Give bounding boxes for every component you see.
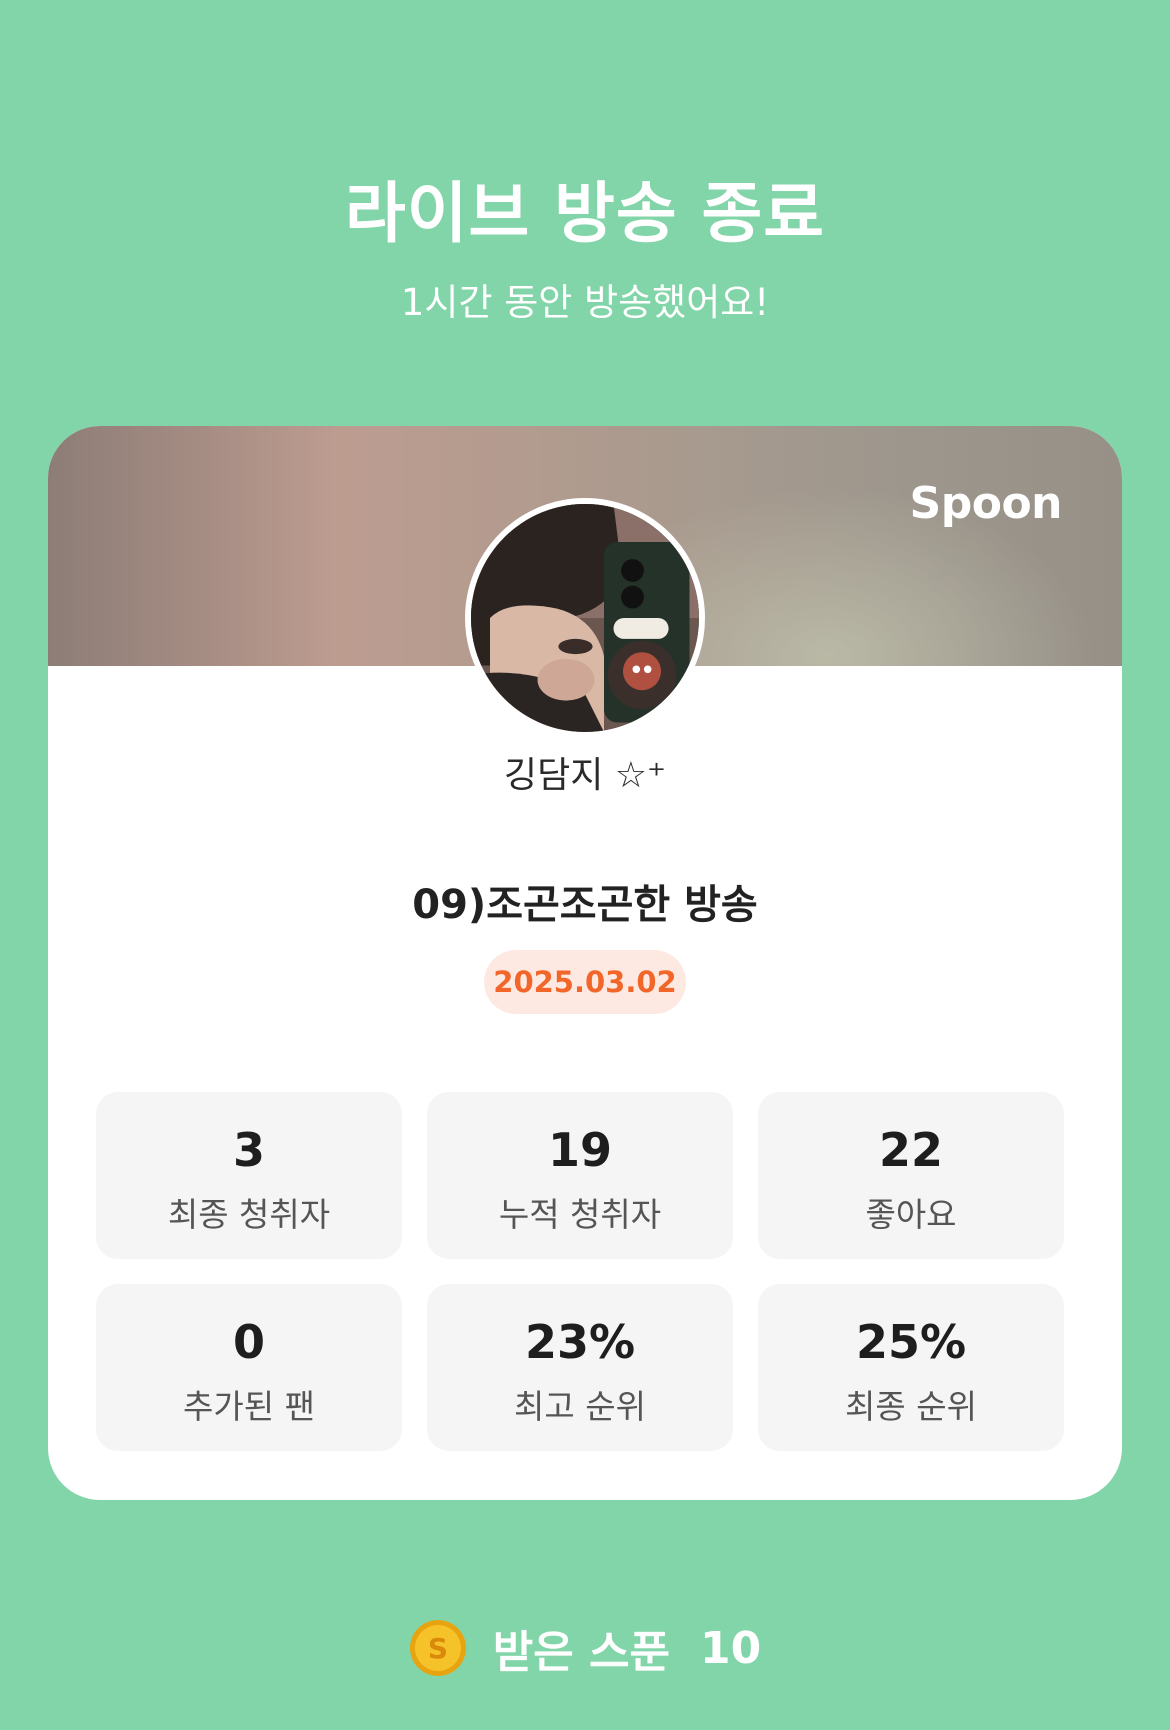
stat-best-rank: 23% 최고 순위 <box>427 1284 733 1451</box>
stat-value: 22 <box>878 1123 943 1177</box>
brand-logo: Spoon <box>909 478 1063 529</box>
stat-label: 좋아요 <box>865 1195 957 1234</box>
stat-total-listeners: 19 누적 청취자 <box>427 1092 733 1259</box>
stat-label: 누적 청취자 <box>498 1195 662 1234</box>
stat-new-fans: 0 추가된 팬 <box>96 1284 402 1451</box>
svg-text:S: S <box>428 1632 448 1665</box>
stat-label: 최종 순위 <box>845 1387 977 1426</box>
stat-value: 25% <box>855 1315 967 1369</box>
date-badge: 2025.03.02 <box>484 950 686 1014</box>
avatar-photo <box>471 504 699 732</box>
stat-final-rank: 25% 최종 순위 <box>758 1284 1064 1451</box>
stat-value: 3 <box>232 1123 265 1177</box>
stats-grid: 3 최종 청취자 19 누적 청취자 22 좋아요 0 추가된 팬 23% 최고… <box>96 1092 1064 1451</box>
spoon-coin-icon: S <box>409 1620 466 1676</box>
summary-card: Spoon 깅담지 ☆⁺ 09)조곤조곤한 방송 2025.03.02 3 최종… <box>48 426 1122 1500</box>
page-subtitle: 1시간 동안 방송했어요! <box>400 281 770 324</box>
received-spoons-label: 받은 스푼 <box>492 1627 670 1678</box>
received-spoons: S 받은 스푼 10 <box>0 1612 1170 1684</box>
stat-label: 추가된 팬 <box>183 1387 315 1426</box>
stat-likes: 22 좋아요 <box>758 1092 1064 1259</box>
stat-value: 19 <box>547 1123 612 1177</box>
stat-final-listeners: 3 최종 청취자 <box>96 1092 402 1259</box>
stat-value: 23% <box>524 1315 636 1369</box>
broadcast-summary-screen: 라이브 방송 종료 1시간 동안 방송했어요! Spoon 깅담지 ☆⁺ 09)… <box>0 0 1170 1730</box>
page-title: 라이브 방송 종료 <box>345 175 825 252</box>
stat-label: 최종 청취자 <box>167 1195 331 1234</box>
broadcast-title: 09)조곤조곤한 방송 <box>412 882 758 928</box>
stat-value: 0 <box>232 1315 265 1369</box>
avatar[interactable] <box>465 498 705 738</box>
stat-label: 최고 순위 <box>514 1387 646 1426</box>
received-spoons-value: 10 <box>700 1622 762 1674</box>
streamer-nickname: 깅담지 ☆⁺ <box>503 755 667 796</box>
